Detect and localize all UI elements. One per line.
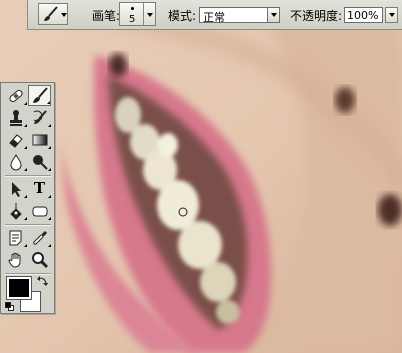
opacity-input[interactable]: 100% xyxy=(344,7,383,23)
mode-dropdown-button[interactable] xyxy=(267,7,280,23)
eyedropper-tool[interactable] xyxy=(28,227,51,248)
clone-stamp-tool[interactable] xyxy=(4,107,27,128)
tool-preset-picker[interactable] xyxy=(38,3,68,25)
note-icon xyxy=(9,230,21,245)
chevron-down-icon xyxy=(271,13,277,17)
chevron-down-icon xyxy=(61,13,67,17)
chevron-right-icon xyxy=(389,13,395,17)
history-brush-icon xyxy=(33,109,47,124)
bandage-icon xyxy=(8,89,23,102)
tool-options-bar: 画笔: 5 模式: 正常 不透明度: 100% xyxy=(27,0,402,30)
pen-tool[interactable] xyxy=(4,200,27,221)
arrow-pointer-icon xyxy=(11,181,21,197)
healing-brush-tool[interactable] xyxy=(4,85,27,106)
brush-icon xyxy=(32,86,48,103)
opacity-label: 不透明度: xyxy=(290,9,343,23)
hand-tool[interactable] xyxy=(4,249,27,270)
notes-tool[interactable] xyxy=(4,227,27,248)
history-brush-tool[interactable] xyxy=(28,107,51,128)
mode-select[interactable]: 正常 xyxy=(199,7,280,24)
mode-value: 正常 xyxy=(203,11,225,24)
foreground-color-swatch[interactable] xyxy=(6,276,32,300)
brush-cursor-circle xyxy=(178,207,188,217)
rounded-rectangle-icon xyxy=(32,206,47,216)
burn-hand-icon xyxy=(32,154,48,170)
stamp-icon xyxy=(9,109,22,126)
pen-icon xyxy=(9,202,22,220)
brush-size-value: 5 xyxy=(129,14,136,25)
chevron-down-icon xyxy=(147,13,153,17)
brush-size-picker[interactable]: 5 xyxy=(119,2,156,26)
document-canvas[interactable] xyxy=(0,0,402,353)
opacity-value: 100% xyxy=(347,9,379,22)
type-tool-glyph: T xyxy=(33,179,46,197)
magnifier-icon xyxy=(31,251,48,268)
brush-label: 画笔: xyxy=(92,9,121,23)
eyedropper-icon xyxy=(33,230,47,244)
drop-icon xyxy=(9,153,22,170)
eraser-icon xyxy=(8,133,23,148)
default-colors-icon[interactable] xyxy=(5,302,15,312)
hand-icon xyxy=(7,252,20,268)
brush-icon xyxy=(44,6,58,21)
type-tool[interactable]: T xyxy=(28,178,51,199)
shape-tool[interactable] xyxy=(28,200,51,221)
blur-tool[interactable] xyxy=(4,151,27,172)
opacity-slider-button[interactable] xyxy=(385,7,398,23)
gradient-icon xyxy=(32,134,47,145)
photo-smile xyxy=(0,0,402,353)
eraser-tool[interactable] xyxy=(4,129,27,150)
burn-tool[interactable] xyxy=(28,151,51,172)
swap-colors-icon[interactable] xyxy=(36,275,48,287)
brush-tool[interactable] xyxy=(28,85,51,106)
zoom-tool[interactable] xyxy=(28,249,51,270)
path-selection-tool[interactable] xyxy=(4,178,27,199)
toolbox: T xyxy=(0,82,55,314)
mode-label: 模式: xyxy=(168,9,197,23)
gradient-tool[interactable] xyxy=(28,129,51,150)
brush-dot-icon xyxy=(131,7,134,10)
